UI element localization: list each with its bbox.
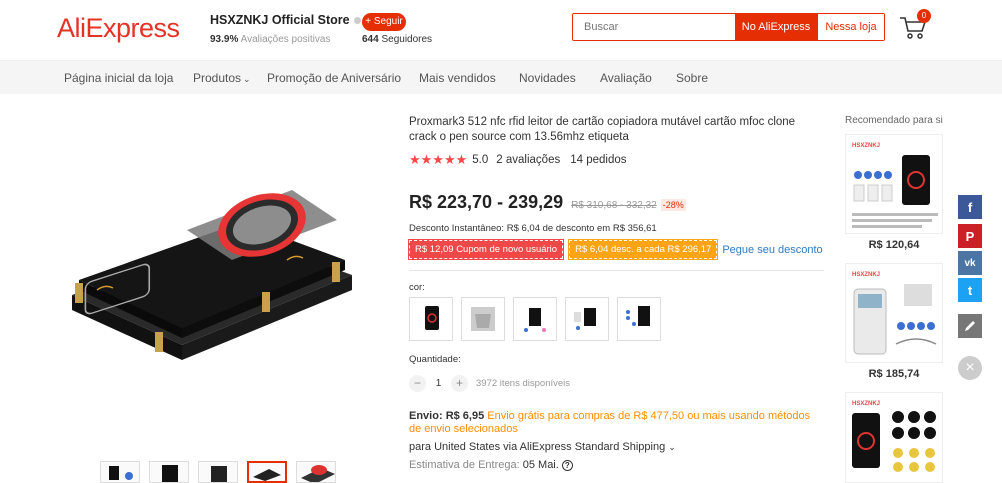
brand-label-3: HSXZNKJ [852,401,880,407]
recommended-item-1[interactable]: HSXZNKJ R$ 120,64 [845,134,943,251]
follow-button[interactable]: + Seguir [362,13,406,31]
recommended-item-2[interactable]: HSXZNKJ R$ 185,74 [845,263,943,380]
nav-item-products[interactable]: Produtos ⌄ [193,71,251,85]
shipping-method[interactable]: para United States via AliExpress Standa… [409,441,676,453]
nav-item-products-label[interactable]: Produtos [193,71,241,85]
thumbnail-5[interactable] [296,461,336,483]
store-name-text[interactable]: HSXZNKJ Official Store [210,13,350,27]
store-rating: 93.9% Avaliações positivas [210,34,330,45]
edit-icon[interactable] [958,314,982,338]
recommended-image-1[interactable]: HSXZNKJ [845,134,943,234]
thumbnail-2[interactable] [149,461,189,483]
thumbnail-1[interactable] [100,461,140,483]
quantity-value[interactable]: 1 [426,378,451,389]
shipping-label: Envio: [409,410,443,422]
price: R$ 223,70 - 239,29 [409,192,564,212]
product-main-image[interactable] [57,180,367,390]
reviews-link[interactable]: 2 avaliações [496,154,560,166]
variant-3[interactable] [513,297,557,341]
store-info-icon[interactable] [353,17,361,25]
instant-discount: Desconto Instantâneo: R$ 6,04 de descont… [409,223,657,234]
estimate-value: 05 Mai. [522,459,559,471]
rating-value: 93.9% [210,34,239,45]
search-aliexpress-button[interactable]: No AliExpress [735,14,817,40]
nav-item-home[interactable]: Página inicial da loja [64,71,173,85]
close-icon[interactable]: × [958,356,982,380]
color-variants [409,297,661,341]
star-rating-icon[interactable]: ★★★★★ [409,152,467,168]
quantity-label: Quantidade: [409,354,461,365]
followers-label: Seguidores [381,34,433,45]
store-nav: Página inicial da loja Produtos ⌄ Promoçã… [0,60,1002,94]
thumbnail-strip [100,461,336,483]
vk-icon[interactable]: vk [958,251,982,275]
chevron-down-icon: ⌄ [243,74,251,84]
recommended-price-1: R$ 120,64 [868,239,920,251]
orders-count: 14 pedidos [570,154,627,166]
new-user-coupon[interactable]: R$ 12,09 Cupom de novo usuário [407,239,565,260]
product-title: Proxmark3 512 nfc rfid leitor de cartão … [409,116,796,143]
color-label: cor: [409,282,425,293]
divider [409,270,824,271]
nav-item-bestsellers[interactable]: Mais vendidos [419,71,496,85]
nav-item-reviews[interactable]: Avaliação [600,71,652,85]
old-price: R$ 310,68 - 332,32 [571,200,657,211]
decrease-quantity-button[interactable]: − [409,375,426,392]
rating-label: Avaliações positivas [240,34,331,45]
recommended-image-2[interactable]: HSXZNKJ [845,263,943,363]
recommended-title: Recomendado para si [845,115,943,126]
shipping-price: R$ 6,95 [445,410,485,422]
nav-item-about[interactable]: Sobre [676,71,708,85]
store-name[interactable]: HSXZNKJ Official Store [210,13,361,27]
brand-label-1: HSXZNKJ [852,143,880,149]
rating-row: ★★★★★ 5.0 2 avaliações 14 pedidos [409,152,627,168]
facebook-icon[interactable]: f [958,195,982,219]
pinterest-icon[interactable]: P [958,224,982,248]
shipping-info: Envio: R$ 6,95 Envio grátis para compras… [409,410,824,436]
search-input[interactable] [573,14,735,40]
header: AliExpress HSXZNKJ Official Store 93.9% … [0,0,1002,60]
delivery-estimate: Estimativa de Entrega: 05 Mai.? [409,459,573,471]
nav-item-new[interactable]: Novidades [519,71,576,85]
increase-quantity-button[interactable]: + [451,375,468,392]
thumbnail-4[interactable] [247,461,287,483]
quantity-stepper: − 1 + 3972 itens disponíveis [409,375,570,392]
variant-1[interactable] [409,297,453,341]
variant-5[interactable] [617,297,661,341]
recommended-image-3[interactable]: HSXZNKJ [845,392,943,483]
aliexpress-logo[interactable]: AliExpress [57,13,180,44]
get-coupon-link[interactable]: Pegue seu desconto [722,244,822,256]
price-row: R$ 223,70 - 239,29 R$ 310,68 - 332,32 -2… [409,192,686,213]
shipping-method-text[interactable]: para United States via AliExpress Standa… [409,441,665,453]
discount-badge: -28% [660,199,686,211]
variant-4[interactable] [565,297,609,341]
chevron-down-icon: ⌄ [668,442,676,452]
followers: 644 Seguidores [362,34,432,45]
brand-label-2: HSXZNKJ [852,272,880,278]
cart-badge: 0 [917,9,931,23]
available-count: 3972 itens disponíveis [476,378,571,389]
coupons: R$ 12,09 Cupom de novo usuário R$ 6,04 d… [407,239,823,260]
store-coupon[interactable]: R$ 6,04 desc. a cada R$ 296,17 [568,239,719,260]
recommended-item-3[interactable]: HSXZNKJ [845,392,943,483]
followers-count: 644 [362,34,379,45]
thumbnail-3[interactable] [198,461,238,483]
twitter-icon[interactable]: t [958,278,982,302]
nav-item-promo[interactable]: Promoção de Aniversário [267,71,401,85]
estimate-label: Estimativa de Entrega: [409,459,520,471]
rating-value: 5.0 [472,154,489,166]
variant-2[interactable] [461,297,505,341]
help-icon[interactable]: ? [561,460,573,471]
search-box: No AliExpress Nessa loja [572,13,885,41]
search-store-button[interactable]: Nessa loja [817,14,884,40]
recommended-price-2: R$ 185,74 [868,368,920,380]
